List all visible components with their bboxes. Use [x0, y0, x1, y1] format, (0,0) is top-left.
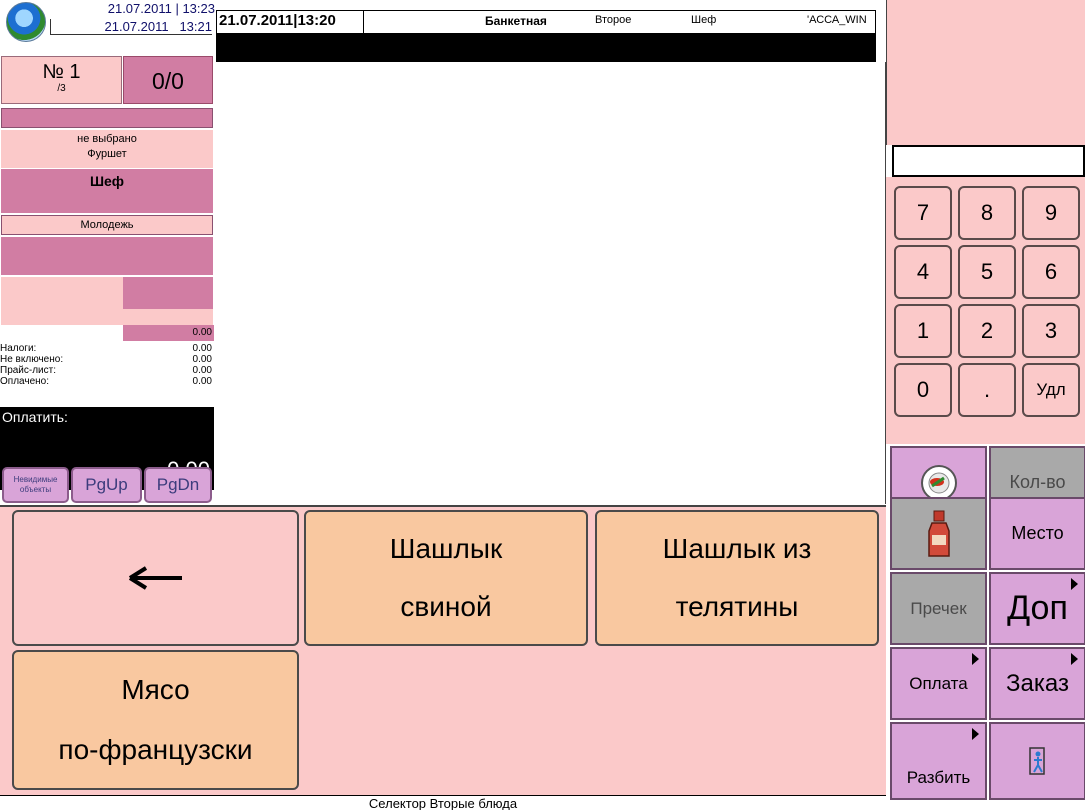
- page-down-button[interactable]: PgDn: [144, 467, 212, 503]
- key-4[interactable]: 4: [894, 245, 952, 299]
- key-5[interactable]: 5: [958, 245, 1016, 299]
- info-cell-left: [1, 277, 123, 309]
- display-panel: [886, 0, 1085, 145]
- header-hall: Банкетная: [485, 14, 547, 28]
- order-sub: /3: [57, 83, 66, 94]
- order-info-panel: 21.07.2011 | 13:23 21.07.2011 13:21 № 1 …: [0, 0, 216, 505]
- selection-bar[interactable]: [1, 108, 213, 128]
- back-button[interactable]: [12, 510, 299, 646]
- dop-button[interactable]: Доп: [989, 572, 1085, 645]
- key-delete[interactable]: Удл: [1022, 363, 1080, 417]
- menu-item-line: Мясо: [121, 674, 190, 705]
- submenu-arrow-icon: [1071, 578, 1078, 590]
- date-bottom: 21.07.2011: [104, 19, 169, 34]
- totals-label: Налоги:: [0, 343, 37, 354]
- header-course: Второе: [595, 14, 632, 26]
- payment-button[interactable]: Оплата: [890, 647, 987, 720]
- order-number-box[interactable]: № 1 /3: [1, 56, 122, 104]
- status-bar: Селектор Вторые блюда: [0, 795, 886, 810]
- person-exit-icon: [1028, 747, 1045, 775]
- subtotal-value: 0.00: [123, 325, 214, 341]
- menu-item-line: Шашлык: [389, 533, 503, 564]
- numeric-input[interactable]: [892, 145, 1085, 177]
- split-label: Разбить: [906, 768, 971, 787]
- precheck-button[interactable]: Пречек: [890, 572, 987, 645]
- order-number: № 1: [42, 61, 81, 83]
- key-1[interactable]: 1: [894, 304, 952, 358]
- place-button[interactable]: Место: [989, 497, 1085, 570]
- totals-label: Оплачено:: [0, 376, 50, 387]
- menu-item-pork-shashlik[interactable]: Шашлык свиной: [304, 510, 588, 646]
- bottle-button[interactable]: [890, 497, 987, 570]
- order-header: 21.07.2011|13:20 Банкетная Второе Шеф 'А…: [216, 10, 876, 34]
- totals-value: 0.00: [192, 365, 212, 376]
- totals-label: Прайс-лист:: [0, 365, 57, 376]
- header-datetime: 21.07.2011|13:20: [219, 12, 336, 29]
- order-type: Фуршет: [87, 148, 127, 160]
- split-button[interactable]: Разбить: [890, 722, 987, 800]
- exit-button[interactable]: [989, 722, 1085, 800]
- totals-list: Налоги: 0.00 Не включено: 0.00 Прайс-лист:…: [0, 343, 214, 387]
- waiter-name[interactable]: Шеф: [1, 169, 213, 213]
- totals-value: 0.00: [192, 354, 212, 365]
- invisible-objects-button[interactable]: Невидимые объекты: [2, 467, 69, 503]
- clock-bottom: 21.07.2011 13:21: [50, 19, 212, 35]
- header-station: 'АССА_WIN: [807, 14, 867, 26]
- header-date: 21.07.2011: [219, 12, 294, 29]
- dish-icon: [920, 464, 957, 501]
- key-9[interactable]: 9: [1022, 186, 1080, 240]
- menu-item-veal-shashlik[interactable]: Шашлык из телятины: [595, 510, 879, 646]
- menu-item-line: телятины: [675, 591, 799, 622]
- menu-item-french-meat[interactable]: Мясо по-французски: [12, 650, 299, 790]
- date-top: 21.07.2011: [107, 1, 172, 16]
- key-dot[interactable]: .: [958, 363, 1016, 417]
- totals-row: Прайс-лист: 0.00: [0, 365, 214, 376]
- discount-bar[interactable]: [1, 237, 213, 275]
- page-up-button[interactable]: PgUp: [71, 467, 142, 503]
- header-user: Шеф: [691, 14, 717, 26]
- key-3[interactable]: 3: [1022, 304, 1080, 358]
- key-6[interactable]: 6: [1022, 245, 1080, 299]
- guest-counter[interactable]: 0/0: [123, 56, 213, 104]
- totals-value: 0.00: [192, 343, 212, 354]
- clock-top: 21.07.2011 | 13:23: [107, 1, 215, 16]
- info-cell-right: [123, 277, 213, 309]
- key-7[interactable]: 7: [894, 186, 952, 240]
- order-items-list[interactable]: [216, 62, 886, 504]
- header-time: 13:20: [297, 12, 336, 29]
- dop-label: Доп: [1007, 589, 1068, 627]
- menu-item-line: Шашлык из: [662, 533, 812, 564]
- submenu-arrow-icon: [972, 728, 979, 740]
- payment-label: Оплата: [909, 673, 968, 693]
- totals-row: Оплачено: 0.00: [0, 376, 214, 387]
- order-button[interactable]: Заказ: [989, 647, 1085, 720]
- time-bottom: 13:21: [179, 19, 212, 34]
- totals-row: Налоги: 0.00: [0, 343, 214, 354]
- key-0[interactable]: 0: [894, 363, 952, 417]
- bottle-icon: [927, 510, 950, 557]
- submenu-arrow-icon: [972, 653, 979, 665]
- info-spacer: [1, 309, 213, 325]
- key-2[interactable]: 2: [958, 304, 1016, 358]
- submenu-arrow-icon: [1071, 653, 1078, 665]
- totals-value: 0.00: [192, 376, 212, 387]
- category-name[interactable]: Молодежь: [1, 215, 213, 235]
- order-label: Заказ: [1006, 669, 1069, 697]
- header-divider: [363, 11, 364, 33]
- logo-icon: [6, 2, 46, 42]
- menu-item-line: свиной: [400, 591, 492, 622]
- left-arrow-icon: [128, 566, 182, 590]
- totals-label: Не включено:: [0, 354, 64, 365]
- menu-item-line: по-французски: [58, 734, 253, 765]
- time-top: 13:23: [182, 1, 215, 16]
- header-black-strip: [216, 34, 876, 62]
- order-status-box: не выбрано Фуршет: [1, 130, 213, 168]
- pay-label: Оплатить:: [2, 409, 68, 425]
- key-8[interactable]: 8: [958, 186, 1016, 240]
- order-status: не выбрано: [77, 133, 137, 145]
- totals-row: Не включено: 0.00: [0, 354, 214, 365]
